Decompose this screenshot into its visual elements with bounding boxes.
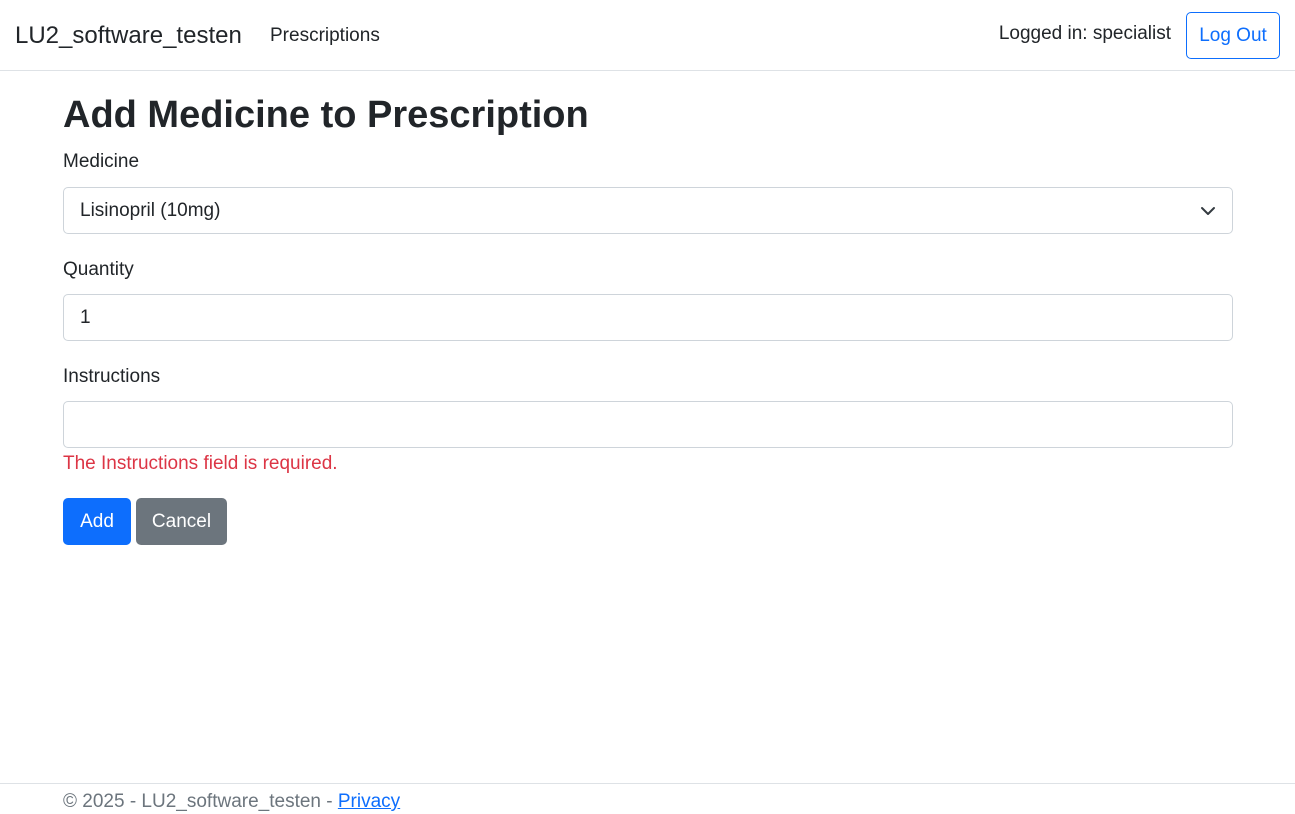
footer-copyright: © 2025 - LU2_software_testen - [63, 791, 338, 812]
page-footer: © 2025 - LU2_software_testen - Privacy [0, 783, 1295, 814]
footer-text: © 2025 - LU2_software_testen - Privacy [63, 790, 400, 814]
chevron-down-icon [1201, 207, 1215, 215]
login-status: Logged in: specialist [998, 23, 1171, 44]
page-title: Add Medicine to Prescription [63, 94, 589, 136]
instructions-error: The Instructions field is required. [63, 453, 338, 474]
medicine-label: Medicine [63, 151, 140, 172]
medicine-select[interactable]: Lisinopril (10mg) [63, 187, 1233, 234]
logout-button[interactable]: Log Out [1186, 12, 1280, 59]
quantity-input[interactable] [63, 294, 1233, 341]
quantity-label: Quantity [63, 259, 134, 280]
nav-link-prescriptions[interactable]: Prescriptions [270, 24, 380, 48]
instructions-input[interactable] [63, 401, 1233, 448]
medicine-selected-value: Lisinopril (10mg) [80, 200, 221, 221]
add-button[interactable]: Add [63, 498, 131, 545]
top-navbar: LU2_software_testen Prescriptions Logged… [0, 0, 1295, 71]
privacy-link[interactable]: Privacy [338, 791, 400, 812]
cancel-button[interactable]: Cancel [136, 498, 227, 545]
main-content: Add Medicine to Prescription Medicine Li… [63, 90, 1233, 545]
brand-link[interactable]: LU2_software_testen [15, 20, 242, 52]
instructions-label: Instructions [63, 366, 161, 387]
